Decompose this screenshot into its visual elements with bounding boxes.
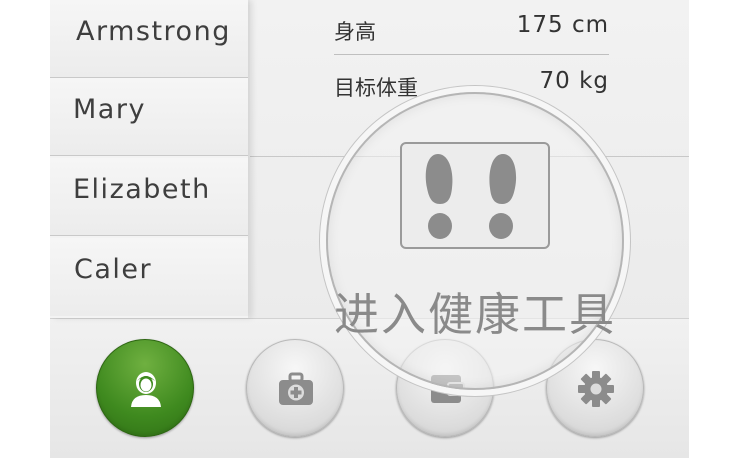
- user-name: Armstrong: [76, 16, 231, 47]
- height-row: 身高 175 cm: [334, 2, 609, 55]
- sidebar-item-elizabeth[interactable]: Elizabeth: [50, 158, 248, 236]
- sidebar-item-armstrong[interactable]: Armstrong: [50, 0, 248, 78]
- health-tools-label: 进入健康工具: [333, 288, 616, 341]
- sidebar-item-mary[interactable]: Mary: [50, 78, 248, 156]
- user-name: Caler: [74, 254, 153, 285]
- height-label: 身高: [334, 20, 376, 44]
- gear-icon: [578, 371, 614, 407]
- user-icon: [131, 372, 161, 407]
- target-weight-label: 目标体重: [334, 76, 418, 100]
- nav-user-button[interactable]: [96, 339, 194, 437]
- user-name: Elizabeth: [73, 174, 211, 205]
- target-weight-value: 70 kg: [539, 68, 609, 94]
- user-list-sidebar: Armstrong Mary Elizabeth Caler: [50, 0, 248, 318]
- user-name: Mary: [73, 94, 146, 125]
- health-tools-button[interactable]: [400, 142, 550, 249]
- health-tools-magnifier[interactable]: 进入健康工具: [326, 92, 624, 390]
- height-value: 175 cm: [516, 12, 609, 38]
- nav-health-kit-button[interactable]: [246, 339, 344, 437]
- first-aid-kit-icon: [279, 372, 313, 405]
- sidebar-item-caler[interactable]: Caler: [50, 238, 248, 316]
- footprints-icon: [425, 154, 517, 239]
